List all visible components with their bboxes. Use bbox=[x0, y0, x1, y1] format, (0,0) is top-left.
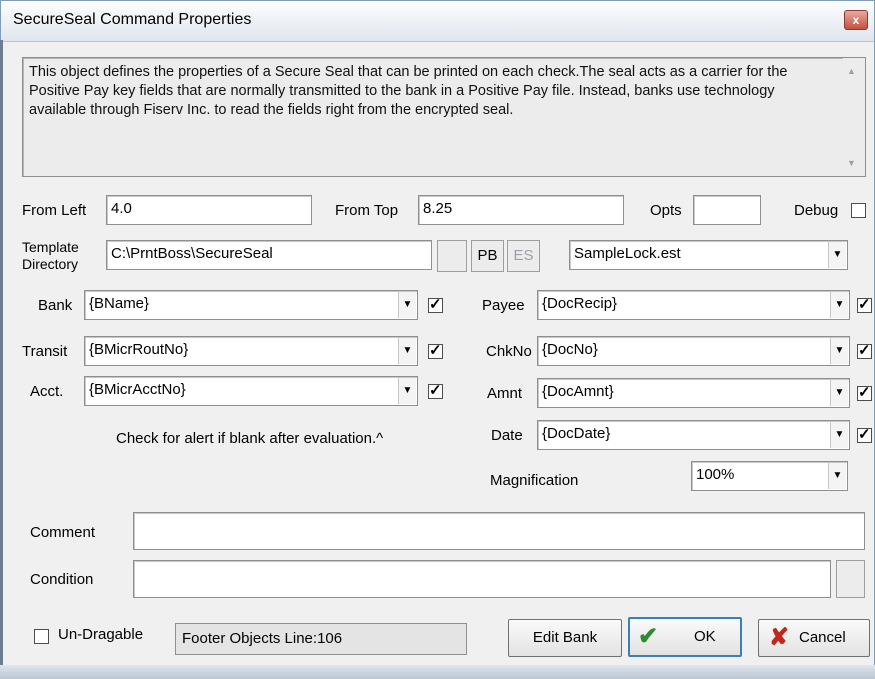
chkno-alert-checkbox[interactable]: ✓ bbox=[857, 342, 872, 359]
opts-input[interactable] bbox=[693, 195, 761, 225]
chevron-down-icon[interactable]: ▼ bbox=[828, 242, 846, 268]
window-title: SecureSeal Command Properties bbox=[13, 11, 252, 28]
chevron-down-icon[interactable]: ▼ bbox=[830, 338, 848, 364]
condition-builder-button[interactable] bbox=[836, 560, 865, 598]
magnification-label: Magnification bbox=[490, 472, 579, 489]
transit-label: Transit bbox=[22, 343, 68, 360]
chevron-down-icon[interactable]: ▼ bbox=[828, 463, 846, 489]
acct-label: Acct. bbox=[30, 383, 64, 400]
bank-label: Bank bbox=[38, 297, 73, 314]
description-text: This object defines the properties of a … bbox=[29, 64, 788, 118]
bank-combo[interactable]: {BName} ▼ bbox=[84, 290, 418, 320]
chkno-combo[interactable]: {DocNo} ▼ bbox=[537, 336, 850, 366]
undragable-label: Un-Dragable bbox=[58, 626, 144, 643]
bank-value: {BName} bbox=[89, 295, 150, 312]
from-left-label: From Left bbox=[22, 202, 87, 219]
transit-combo[interactable]: {BMicrRoutNo} ▼ bbox=[84, 336, 418, 366]
date-label: Date bbox=[491, 427, 523, 444]
template-label-line2: Directory bbox=[22, 256, 79, 272]
cancel-label: Cancel bbox=[799, 629, 846, 646]
edit-bank-button[interactable]: Edit Bank bbox=[508, 619, 622, 657]
template-file-value: SampleLock.est bbox=[574, 245, 681, 262]
checkmark-icon: ✓ bbox=[858, 384, 871, 401]
description-scrollbar[interactable]: ▲ ▼ bbox=[843, 58, 865, 176]
template-label-line1: Template bbox=[22, 239, 79, 255]
undragable-checkbox[interactable] bbox=[34, 629, 49, 644]
close-button[interactable]: x bbox=[844, 10, 868, 30]
checkmark-icon: ✓ bbox=[858, 342, 871, 359]
magnification-combo[interactable]: 100% ▼ bbox=[691, 461, 848, 491]
from-top-input[interactable]: 8.25 bbox=[418, 195, 624, 225]
close-icon: x bbox=[852, 13, 860, 27]
payee-label: Payee bbox=[482, 297, 525, 314]
chkno-value: {DocNo} bbox=[542, 341, 598, 358]
window-edge bbox=[0, 40, 3, 665]
chevron-down-icon[interactable]: ▼ bbox=[398, 338, 416, 364]
opts-label: Opts bbox=[650, 202, 682, 219]
payee-combo[interactable]: {DocRecip} ▼ bbox=[537, 290, 850, 320]
amnt-label: Amnt bbox=[487, 385, 523, 402]
checkmark-icon: ✓ bbox=[429, 382, 442, 399]
date-value: {DocDate} bbox=[542, 425, 611, 442]
transit-alert-checkbox[interactable]: ✓ bbox=[428, 342, 443, 359]
condition-label: Condition bbox=[30, 571, 94, 588]
date-alert-checkbox[interactable]: ✓ bbox=[857, 426, 872, 443]
magnification-value: 100% bbox=[696, 466, 735, 483]
chevron-down-icon[interactable]: ▼ bbox=[398, 378, 416, 404]
from-left-input[interactable]: 4.0 bbox=[106, 195, 312, 225]
status-panel: Footer Objects Line:106 bbox=[175, 623, 467, 655]
checkmark-icon: ✓ bbox=[858, 296, 871, 313]
chkno-label: ChkNo bbox=[486, 343, 532, 360]
acct-alert-checkbox[interactable]: ✓ bbox=[428, 382, 443, 399]
comment-input[interactable] bbox=[133, 512, 865, 550]
template-label: Template Directory bbox=[22, 239, 79, 273]
transit-value: {BMicrRoutNo} bbox=[89, 341, 189, 358]
debug-label: Debug bbox=[794, 202, 839, 219]
description-box[interactable]: This object defines the properties of a … bbox=[22, 57, 866, 177]
checkmark-icon: ✓ bbox=[858, 426, 871, 443]
payee-alert-checkbox[interactable]: ✓ bbox=[857, 296, 872, 313]
ok-button[interactable]: ✔ OK bbox=[628, 617, 742, 657]
payee-value: {DocRecip} bbox=[542, 295, 618, 312]
alert-hint: Check for alert if blank after evaluatio… bbox=[116, 430, 384, 447]
window-bottom-edge bbox=[0, 665, 875, 679]
template-directory-input[interactable]: C:\PrntBoss\SecureSeal bbox=[106, 240, 432, 270]
amnt-combo[interactable]: {DocAmnt} ▼ bbox=[537, 378, 850, 408]
es-button[interactable]: ES bbox=[507, 240, 540, 272]
scroll-up-icon[interactable]: ▲ bbox=[847, 66, 856, 76]
scroll-down-icon[interactable]: ▼ bbox=[847, 158, 856, 168]
chevron-down-icon[interactable]: ▼ bbox=[398, 292, 416, 318]
checkmark-icon: ✓ bbox=[429, 296, 442, 313]
amnt-value: {DocAmnt} bbox=[542, 383, 614, 400]
ok-label: OK bbox=[694, 628, 716, 645]
cancel-button[interactable]: ✘ Cancel bbox=[758, 619, 870, 657]
title-bar: SecureSeal Command Properties x bbox=[1, 1, 874, 42]
debug-checkbox[interactable] bbox=[851, 203, 866, 218]
acct-combo[interactable]: {BMicrAcctNo} ▼ bbox=[84, 376, 418, 406]
acct-value: {BMicrAcctNo} bbox=[89, 381, 186, 398]
checkmark-icon: ✓ bbox=[429, 342, 442, 359]
condition-input[interactable] bbox=[133, 560, 831, 598]
cancel-x-icon: ✘ bbox=[769, 624, 790, 651]
date-combo[interactable]: {DocDate} ▼ bbox=[537, 420, 850, 450]
comment-label: Comment bbox=[30, 524, 96, 541]
browse-directory-button[interactable] bbox=[437, 240, 467, 272]
bank-alert-checkbox[interactable]: ✓ bbox=[428, 296, 443, 313]
chevron-down-icon[interactable]: ▼ bbox=[830, 380, 848, 406]
pb-button[interactable]: PB bbox=[471, 240, 504, 272]
chevron-down-icon[interactable]: ▼ bbox=[830, 422, 848, 448]
from-top-label: From Top bbox=[335, 202, 399, 219]
amnt-alert-checkbox[interactable]: ✓ bbox=[857, 384, 872, 401]
checkmark-icon: ✔ bbox=[638, 623, 659, 650]
chevron-down-icon[interactable]: ▼ bbox=[830, 292, 848, 318]
template-file-combo[interactable]: SampleLock.est ▼ bbox=[569, 240, 848, 270]
